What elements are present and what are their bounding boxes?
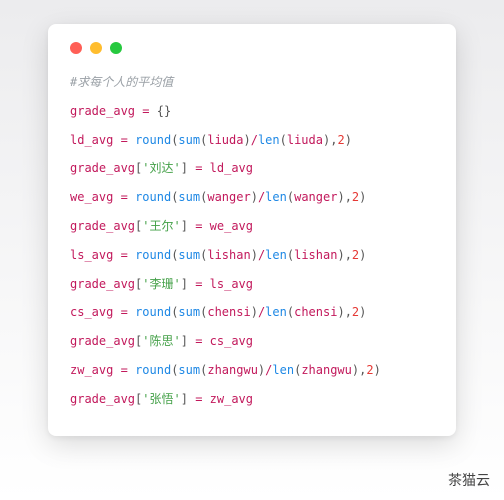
code-token: lishan: [294, 248, 337, 262]
code-token: ): [337, 305, 344, 319]
code-token: '刘达': [142, 161, 180, 175]
code-token: /: [251, 133, 258, 147]
code-token: chensi: [207, 305, 250, 319]
code-token: zw_avg: [210, 392, 253, 406]
code-token: cs_avg: [210, 334, 253, 348]
code-token: '张悟': [142, 392, 180, 406]
code-token: grade_avg: [70, 161, 135, 175]
code-token: ]: [181, 219, 188, 233]
code-token: ): [359, 305, 366, 319]
code-token: =: [195, 161, 202, 175]
code-token: liuda: [287, 133, 323, 147]
window-controls: [70, 42, 434, 54]
code-block: #求每个人的平均值 grade_avg = {} ld_avg = round (…: [70, 68, 434, 414]
code-token: =: [195, 219, 202, 233]
code-token: len: [258, 133, 280, 147]
code-token: ): [337, 190, 344, 204]
code-token: ): [251, 305, 258, 319]
code-token: chensi: [294, 305, 337, 319]
code-token: grade_avg: [70, 219, 135, 233]
code-token: round: [135, 305, 171, 319]
code-token: grade_avg: [70, 334, 135, 348]
minimize-icon[interactable]: [90, 42, 102, 54]
code-token: grade_avg: [70, 392, 135, 406]
code-token: sum: [178, 248, 200, 262]
code-token: #求每个人的平均值: [70, 75, 173, 89]
code-token: cs_avg: [70, 305, 113, 319]
code-token: =: [121, 363, 128, 377]
code-token: =: [121, 133, 128, 147]
code-token: =: [142, 104, 149, 118]
code-token: (: [287, 248, 294, 262]
code-token: =: [121, 248, 128, 262]
code-token: len: [265, 248, 287, 262]
code-token: ): [359, 248, 366, 262]
code-token: =: [195, 277, 202, 291]
code-token: we_avg: [70, 190, 113, 204]
code-token: '王尔': [142, 219, 180, 233]
code-token: zhangwu: [301, 363, 352, 377]
code-token: ld_avg: [70, 133, 113, 147]
code-token: liuda: [207, 133, 243, 147]
code-token: ): [374, 363, 381, 377]
code-token: '陈思': [142, 334, 180, 348]
code-token: round: [135, 133, 171, 147]
code-token: =: [195, 392, 202, 406]
code-token: round: [135, 190, 171, 204]
code-token: zhangwu: [207, 363, 258, 377]
close-icon[interactable]: [70, 42, 82, 54]
code-token: ): [359, 190, 366, 204]
code-token: ]: [181, 277, 188, 291]
code-token: sum: [178, 190, 200, 204]
code-token: ,: [345, 190, 352, 204]
code-token: '李珊': [142, 277, 180, 291]
code-token: ls_avg: [210, 277, 253, 291]
code-token: 2: [366, 363, 373, 377]
code-token: round: [135, 363, 171, 377]
signature: 茶猫云: [448, 470, 490, 490]
code-token: =: [195, 334, 202, 348]
code-token: sum: [178, 363, 200, 377]
code-token: wanger: [294, 190, 337, 204]
code-token: sum: [178, 133, 200, 147]
stage: #求每个人的平均值 grade_avg = {} ld_avg = round (…: [0, 0, 504, 500]
code-token: grade_avg: [70, 104, 135, 118]
code-token: ,: [345, 248, 352, 262]
code-token: zw_avg: [70, 363, 113, 377]
code-window: #求每个人的平均值 grade_avg = {} ld_avg = round (…: [48, 24, 456, 436]
code-token: ,: [345, 305, 352, 319]
code-token: {}: [157, 104, 171, 118]
code-token: =: [121, 190, 128, 204]
code-token: (: [287, 305, 294, 319]
code-token: ): [251, 248, 258, 262]
code-token: ): [337, 248, 344, 262]
code-token: =: [121, 305, 128, 319]
code-token: len: [265, 305, 287, 319]
code-token: len: [272, 363, 294, 377]
code-token: ]: [181, 334, 188, 348]
code-token: round: [135, 248, 171, 262]
code-token: ls_avg: [70, 248, 113, 262]
code-token: len: [265, 190, 287, 204]
code-token: ): [251, 190, 258, 204]
code-token: ]: [181, 161, 188, 175]
code-token: ld_avg: [210, 161, 253, 175]
code-token: 2: [337, 133, 344, 147]
code-token: ): [243, 133, 250, 147]
code-token: we_avg: [210, 219, 253, 233]
code-token: lishan: [207, 248, 250, 262]
code-token: sum: [178, 305, 200, 319]
code-token: (: [280, 133, 287, 147]
code-token: ): [345, 133, 352, 147]
code-token: grade_avg: [70, 277, 135, 291]
code-token: ]: [181, 392, 188, 406]
code-token: (: [287, 190, 294, 204]
zoom-icon[interactable]: [110, 42, 122, 54]
code-token: wanger: [207, 190, 250, 204]
